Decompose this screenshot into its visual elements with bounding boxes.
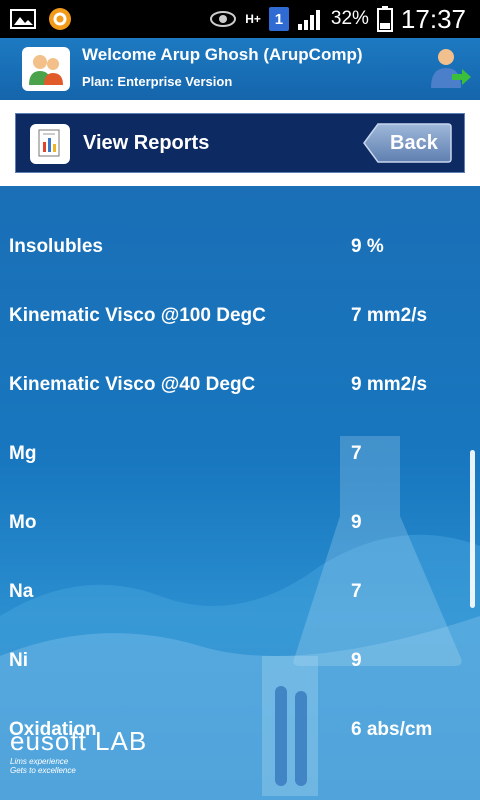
list-item: Mg 7 <box>0 435 480 475</box>
result-label: Mo <box>9 512 37 533</box>
report-icon <box>30 124 70 164</box>
result-label: Na <box>9 581 34 602</box>
back-button[interactable]: Back <box>362 122 452 164</box>
brand-tagline-2: Gets to excellence <box>10 766 76 775</box>
result-label: Insolubles <box>9 236 103 257</box>
result-value: 7 mm2/s <box>351 305 428 326</box>
page-title: View Reports <box>83 132 210 154</box>
result-value: 7 <box>351 443 362 464</box>
result-label: Ni <box>9 650 28 671</box>
result-label: Kinematic Visco @40 DegC <box>9 374 256 395</box>
users-icon <box>22 47 70 91</box>
result-value: 9 mm2/s <box>351 374 428 395</box>
result-label: Mg <box>9 443 37 464</box>
notification-badge: 1 <box>268 7 289 31</box>
list-item: Ni 9 <box>0 642 480 682</box>
welcome-text: Welcome Arup Ghosh (ArupComp) <box>82 45 363 64</box>
list-item: Na 7 <box>0 573 480 613</box>
scrollbar[interactable] <box>470 450 475 608</box>
result-label: Kinematic Visco @100 DegC <box>9 305 266 326</box>
gallery-icon <box>10 8 36 30</box>
battery-percent: 32% <box>330 8 369 29</box>
network-type-label: H+ <box>245 12 261 26</box>
list-item: Kinematic Visco @100 DegC 7 mm2/s <box>0 297 480 337</box>
nav-container: View Reports Back <box>0 100 480 186</box>
app-header: Welcome Arup Ghosh (ArupComp) Plan: Ente… <box>0 38 480 100</box>
water-splash-background <box>0 436 480 800</box>
list-item: Insolubles 9 % <box>0 228 480 268</box>
logout-icon[interactable] <box>426 44 472 90</box>
result-value: 7 <box>351 581 362 602</box>
clock: 17:37 <box>400 3 466 34</box>
brand-tagline-1: Lims experience <box>10 757 69 766</box>
results-list[interactable]: Insolubles 9 % Kinematic Visco @100 DegC… <box>0 186 480 800</box>
result-value: 9 % <box>351 236 384 257</box>
status-bar: H+ 1 32% 17:37 <box>0 0 480 38</box>
result-value: 9 <box>351 512 362 533</box>
eye-icon <box>209 10 237 28</box>
battery-icon <box>376 6 393 32</box>
result-value: 9 <box>351 650 362 671</box>
nav-bar: View Reports Back <box>15 113 465 173</box>
signal-icon <box>297 8 323 30</box>
list-item: Kinematic Visco @40 DegC 9 mm2/s <box>0 366 480 406</box>
brand-name: eusoft LAB <box>10 726 148 756</box>
plan-text: Plan: Enterprise Version <box>82 74 233 89</box>
list-item: Mo 9 <box>0 504 480 544</box>
brand-logo: eusoft LAB Lims experience Gets to excel… <box>10 726 147 775</box>
result-value: 6 abs/cm <box>351 719 433 740</box>
back-button-label: Back <box>390 132 438 154</box>
sync-icon <box>48 7 72 31</box>
